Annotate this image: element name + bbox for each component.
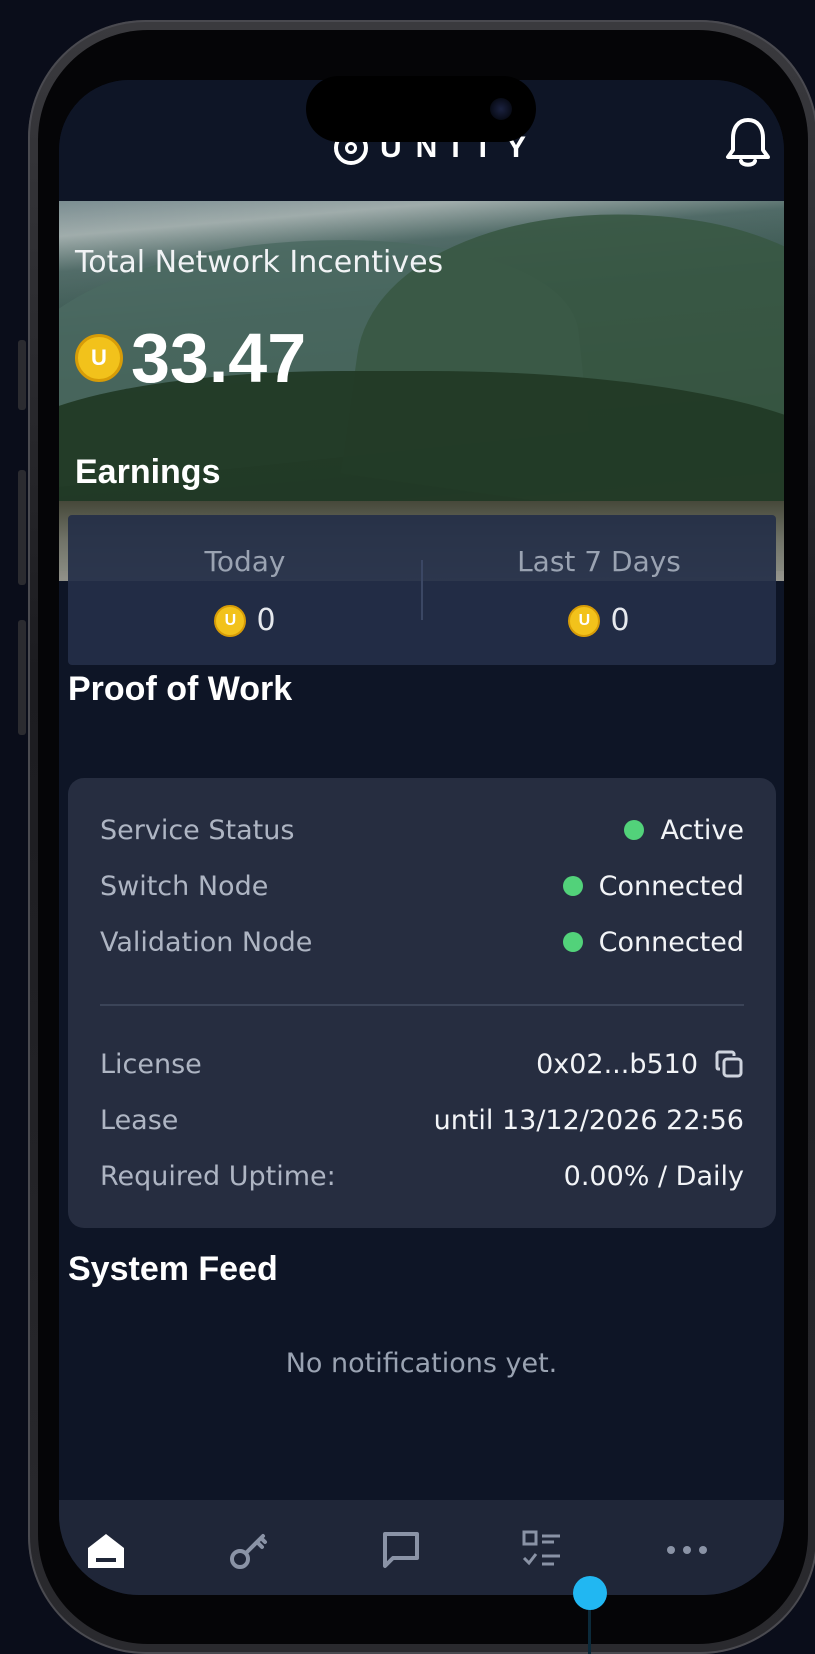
system-feed-title: System Feed <box>68 1250 278 1288</box>
status-key: Switch Node <box>100 870 269 902</box>
status-key: Validation Node <box>100 926 313 958</box>
uptime-key: Required Uptime: <box>100 1160 336 1192</box>
status-dot-icon <box>562 932 583 952</box>
side-button <box>18 620 26 735</box>
empty-notifications: No notifications yet. <box>285 1348 558 1379</box>
tab-more[interactable] <box>657 1520 717 1580</box>
bottom-tab-bar <box>59 1500 784 1595</box>
coin-icon: U <box>568 604 601 637</box>
earnings-last7-value: U 0 <box>422 603 776 638</box>
uptime-row: Required Uptime: 0.00% / Daily <box>100 1156 744 1196</box>
tab-messages[interactable] <box>371 1520 431 1580</box>
status-dot-icon <box>562 876 583 896</box>
app-screen: UNITY Total Network Incentives U 33.47 E… <box>59 80 784 1595</box>
earnings-today: Today U 0 <box>68 515 422 665</box>
camera-icon <box>490 98 512 120</box>
divider <box>100 1004 744 1006</box>
earnings-today-value: U 0 <box>68 603 422 638</box>
license-text: 0x02...b510 <box>536 1048 698 1080</box>
coin-icon: U <box>75 334 123 382</box>
earnings-title: Earnings <box>75 453 221 491</box>
status-row: Service Status Active <box>100 810 744 850</box>
earnings-today-number: 0 <box>256 603 276 638</box>
tab-keys[interactable] <box>219 1520 279 1580</box>
status-value: Connected <box>562 926 744 958</box>
status-text: Active <box>660 814 744 846</box>
license-key: License <box>100 1048 202 1080</box>
checklist-icon <box>522 1530 560 1566</box>
earnings-last7-number: 0 <box>610 603 630 638</box>
total-incentives-amount: U 33.47 <box>75 323 306 393</box>
earnings-last7-label: Last 7 Days <box>517 545 681 578</box>
earnings-last7: Last 7 Days U 0 <box>422 515 776 665</box>
side-button <box>18 470 26 585</box>
home-icon <box>88 1534 124 1568</box>
status-key: Service Status <box>100 814 295 846</box>
tab-tasks[interactable] <box>512 1520 572 1580</box>
incentives-value: 33.47 <box>131 319 307 397</box>
proof-of-work-title: Proof of Work <box>68 670 293 708</box>
lease-row: Lease until 13/12/2026 22:56 <box>100 1100 744 1140</box>
status-text: Connected <box>598 926 744 958</box>
copy-icon[interactable] <box>714 1049 744 1079</box>
license-row: License 0x02...b510 <box>100 1044 744 1084</box>
dynamic-island <box>306 76 536 142</box>
status-dot-icon <box>624 820 645 840</box>
key-icon <box>230 1534 267 1569</box>
total-incentives-label: Total Network Incentives <box>75 245 444 280</box>
side-button <box>18 340 26 410</box>
earnings-card: Today U 0 Last 7 Days U 0 <box>68 515 776 665</box>
status-value: Active <box>624 815 744 846</box>
lease-key: Lease <box>100 1104 179 1136</box>
lease-value: until 13/12/2026 22:56 <box>433 1104 744 1136</box>
uptime-value: 0.00% / Daily <box>563 1160 744 1192</box>
bell-icon[interactable] <box>724 116 772 170</box>
tab-home[interactable] <box>76 1520 136 1580</box>
chat-icon <box>383 1532 419 1568</box>
status-text: Connected <box>598 870 744 902</box>
status-row: Switch Node Connected <box>100 866 744 906</box>
touch-indicator <box>573 1576 607 1610</box>
more-icon <box>667 1546 707 1554</box>
status-value: Connected <box>562 870 744 902</box>
status-row: Validation Node Connected <box>100 922 744 962</box>
proof-of-work-card: Service Status Active Switch Node Connec… <box>68 778 776 1228</box>
coin-icon: U <box>214 604 247 637</box>
license-value: 0x02...b510 <box>536 1049 744 1080</box>
earnings-today-label: Today <box>204 545 286 578</box>
